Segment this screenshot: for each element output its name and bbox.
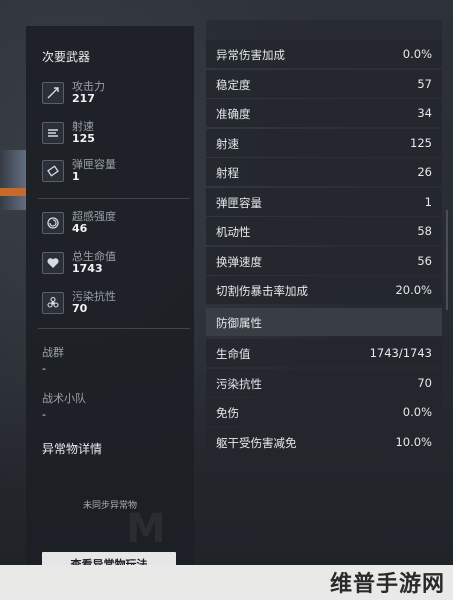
attr-row: 生命值 1743/1743 xyxy=(206,339,442,367)
attack-icon xyxy=(42,82,64,104)
attr-row: 准确度 34 xyxy=(206,99,442,127)
weapon-preview xyxy=(0,150,26,210)
attr-row: 稳定度 57 xyxy=(206,70,442,98)
attr-label: 准确度 xyxy=(216,107,251,121)
attr-row: 切割伤暴击率加成 20.0% xyxy=(206,276,442,304)
attr-label: 换弹速度 xyxy=(216,255,262,269)
scrollbar[interactable] xyxy=(446,210,448,310)
tactical-squad-label: 战术小队 xyxy=(42,392,86,405)
attr-value: 70 xyxy=(417,376,432,390)
stat-health: 总生命值 1743 xyxy=(40,248,190,282)
attr-row: 机动性 58 xyxy=(206,217,442,245)
attr-value: 1743/1743 xyxy=(369,346,432,360)
attr-label: 射程 xyxy=(216,166,239,180)
attr-row: 异常伤害加成 0.0% xyxy=(206,40,442,68)
attr-label: 免伤 xyxy=(216,406,239,420)
stat-value: 217 xyxy=(72,92,95,105)
stat-attack: 攻击力 217 xyxy=(40,78,190,112)
attr-label: 弹匣容量 xyxy=(216,196,262,210)
anomaly-status: 未同步异常物 xyxy=(82,501,137,511)
attr-value: 57 xyxy=(417,77,432,91)
attr-row: 射程 26 xyxy=(206,158,442,186)
tactical-squad-value: - xyxy=(42,408,46,421)
attr-label: 切割伤暴击率加成 xyxy=(216,284,308,298)
defense-header: 防御属性 xyxy=(206,308,442,336)
firerate-icon xyxy=(42,122,64,144)
character-stats-panel: 次要武器 攻击力 217 射速 125 弹匣容量 1 超感强度 46 总生命值 xyxy=(26,26,194,582)
secondary-weapon-title: 次要武器 xyxy=(42,50,91,64)
attribute-list: 异常伤害加成 0.0% 稳定度 57 准确度 34 射速 125 射程 26 弹… xyxy=(206,20,442,460)
attr-value: 1 xyxy=(424,195,432,209)
attr-value: 20.0% xyxy=(395,283,432,297)
attr-value: 0.0% xyxy=(402,405,432,419)
clipped-row xyxy=(206,20,442,40)
biohazard-icon xyxy=(42,292,64,314)
attr-label: 稳定度 xyxy=(216,78,251,92)
attr-row: 污染抗性 70 xyxy=(206,369,442,397)
attr-value: 34 xyxy=(417,106,432,120)
magazine-icon xyxy=(42,160,64,182)
attr-row: 射速 125 xyxy=(206,129,442,157)
stat-value: 1743 xyxy=(72,262,103,275)
attr-value: 125 xyxy=(410,136,432,150)
heart-icon xyxy=(42,252,64,274)
war-group-value: - xyxy=(42,362,46,375)
stat-value: 70 xyxy=(72,302,88,315)
attr-value: 26 xyxy=(417,165,432,179)
anomaly-emblem: M xyxy=(126,506,166,552)
war-group-label: 战群 xyxy=(42,346,64,359)
site-watermark: 维普手游网 xyxy=(329,572,445,597)
attr-row: 躯干受伤害减免 10.0% xyxy=(206,428,442,456)
attr-row: 弹匣容量 1 xyxy=(206,188,442,216)
psi-icon xyxy=(42,212,64,234)
attr-value: 56 xyxy=(417,254,432,268)
attr-label: 生命值 xyxy=(216,347,251,361)
stat-value: 125 xyxy=(72,132,95,145)
attr-row: 换弹速度 56 xyxy=(206,247,442,275)
divider xyxy=(38,198,190,199)
stat-value: 1 xyxy=(72,170,80,183)
attr-value: 0.0% xyxy=(402,47,432,61)
stat-contamination: 污染抗性 70 xyxy=(40,288,190,322)
stat-value: 46 xyxy=(72,222,88,235)
attr-value: 58 xyxy=(417,224,432,238)
defense-title: 防御属性 xyxy=(216,316,262,330)
divider xyxy=(38,328,190,329)
stat-magazine: 弹匣容量 1 xyxy=(40,156,190,190)
attr-value: 10.0% xyxy=(395,435,432,449)
anomaly-title: 异常物详情 xyxy=(42,442,103,456)
stat-firerate: 射速 125 xyxy=(40,118,190,152)
attr-label: 躯干受伤害减免 xyxy=(216,436,297,450)
attr-label: 污染抗性 xyxy=(216,377,262,391)
attr-label: 异常伤害加成 xyxy=(216,48,285,62)
attr-label: 射速 xyxy=(216,137,239,151)
stat-psi: 超感强度 46 xyxy=(40,208,190,242)
attr-row: 免伤 0.0% xyxy=(206,398,442,426)
attr-label: 机动性 xyxy=(216,225,251,239)
